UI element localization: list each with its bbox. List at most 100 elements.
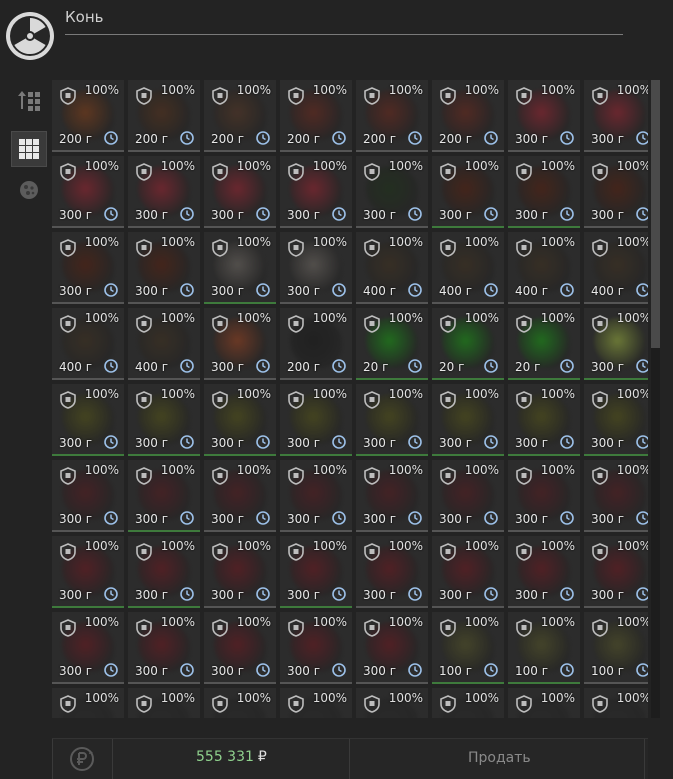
inventory-item[interactable]: 100% 300 г	[432, 156, 504, 228]
item-condition: 100%	[464, 387, 499, 401]
shield-icon	[592, 695, 608, 713]
shield-icon	[516, 695, 532, 713]
item-condition: 100%	[388, 463, 423, 477]
filter-button[interactable]	[11, 172, 47, 208]
inventory-item[interactable]: 100%	[204, 688, 276, 718]
sort-button[interactable]	[11, 82, 47, 118]
inventory-item[interactable]: 100% 300 г	[52, 536, 124, 608]
inventory-item[interactable]: 100%	[508, 688, 580, 718]
ruble-refresh-icon[interactable]	[68, 745, 96, 773]
inventory-item[interactable]: 100% 300 г	[280, 536, 352, 608]
inventory-item[interactable]: 100% 300 г	[508, 536, 580, 608]
inventory-item[interactable]: 100% 400 г	[508, 232, 580, 304]
clock-icon	[104, 435, 118, 449]
inventory-item[interactable]: 100% 300 г	[204, 536, 276, 608]
inventory-item[interactable]: 100% 300 г	[52, 156, 124, 228]
inventory-item[interactable]: 100% 400 г	[584, 232, 648, 304]
shield-icon	[440, 163, 456, 181]
shield-icon	[136, 619, 152, 637]
inventory-item[interactable]: 100% 300 г	[128, 536, 200, 608]
inventory-item[interactable]: 100% 300 г	[508, 384, 580, 456]
inventory-item[interactable]: 100% 300 г	[280, 384, 352, 456]
clock-icon	[256, 283, 270, 297]
inventory-item[interactable]: 100% 300 г	[280, 460, 352, 532]
inventory-item[interactable]: 100% 300 г	[280, 156, 352, 228]
inventory-item[interactable]: 100% 400 г	[432, 232, 504, 304]
inventory-item[interactable]: 100% 300 г	[128, 156, 200, 228]
inventory-item[interactable]: 100% 200 г	[52, 80, 124, 152]
item-condition: 100%	[312, 159, 347, 173]
inventory-item[interactable]: 100% 200 г	[356, 80, 428, 152]
inventory-item[interactable]: 100% 200 г	[204, 80, 276, 152]
inventory-item[interactable]: 100% 300 г	[584, 80, 648, 152]
scrollbar-thumb[interactable]	[651, 80, 660, 348]
shield-icon	[212, 391, 228, 409]
inventory-item[interactable]: 100% 300 г	[204, 156, 276, 228]
inventory-item[interactable]: 100% 300 г	[432, 460, 504, 532]
shield-icon	[212, 619, 228, 637]
inventory-item[interactable]: 100% 100 г	[584, 612, 648, 684]
inventory-item[interactable]: 100% 200 г	[280, 80, 352, 152]
inventory-item[interactable]: 100% 300 г	[356, 612, 428, 684]
inventory-item[interactable]: 100% 20 г	[432, 308, 504, 380]
item-condition: 100%	[540, 235, 575, 249]
clock-icon	[332, 587, 346, 601]
inventory-item[interactable]: 100% 300 г	[128, 612, 200, 684]
inventory-item[interactable]: 100% 300 г	[128, 232, 200, 304]
item-condition: 100%	[388, 539, 423, 553]
shield-icon	[592, 315, 608, 333]
inventory-item[interactable]: 100% 300 г	[280, 612, 352, 684]
inventory-item[interactable]: 100% 300 г	[356, 384, 428, 456]
inventory-item[interactable]: 100% 200 г	[432, 80, 504, 152]
inventory-item[interactable]: 100% 300 г	[508, 460, 580, 532]
inventory-item[interactable]: 100%	[280, 688, 352, 718]
inventory-item[interactable]: 100% 300 г	[584, 384, 648, 456]
inventory-item[interactable]: 100% 300 г	[584, 460, 648, 532]
inventory-item[interactable]: 100% 300 г	[356, 156, 428, 228]
inventory-item[interactable]: 100% 200 г	[280, 308, 352, 380]
sell-button[interactable]: Продать	[468, 750, 531, 766]
inventory-item[interactable]: 100% 300 г	[280, 232, 352, 304]
inventory-item[interactable]: 100% 300 г	[52, 460, 124, 532]
inventory-item[interactable]: 100% 400 г	[128, 308, 200, 380]
inventory-item[interactable]: 100% 300 г	[432, 536, 504, 608]
shield-icon	[516, 467, 532, 485]
inventory-item[interactable]: 100% 20 г	[508, 308, 580, 380]
inventory-item[interactable]: 100% 300 г	[52, 612, 124, 684]
inventory-item[interactable]: 100% 300 г	[584, 536, 648, 608]
inventory-item[interactable]: 100% 300 г	[204, 612, 276, 684]
inventory-item[interactable]: 100% 300 г	[584, 156, 648, 228]
inventory-item[interactable]: 100% 20 г	[356, 308, 428, 380]
inventory-item[interactable]: 100% 100 г	[432, 612, 504, 684]
inventory-item[interactable]: 100% 300 г	[52, 232, 124, 304]
inventory-item[interactable]: 100% 300 г	[204, 460, 276, 532]
inventory-item[interactable]: 100%	[52, 688, 124, 718]
item-condition: 100%	[464, 463, 499, 477]
grid-view-button[interactable]	[11, 131, 47, 167]
clock-icon	[180, 131, 194, 145]
inventory-item[interactable]: 100% 300 г	[356, 460, 428, 532]
inventory-item[interactable]: 100% 300 г	[356, 536, 428, 608]
inventory-item[interactable]: 100%	[128, 688, 200, 718]
inventory-item[interactable]: 100% 300 г	[204, 384, 276, 456]
inventory-item[interactable]: 100% 200 г	[128, 80, 200, 152]
item-condition: 100%	[464, 311, 499, 325]
inventory-item[interactable]: 100% 300 г	[128, 460, 200, 532]
inventory-item[interactable]: 100% 300 г	[508, 156, 580, 228]
inventory-item[interactable]: 100% 300 г	[128, 384, 200, 456]
inventory-item[interactable]: 100%	[432, 688, 504, 718]
inventory-item[interactable]: 100% 400 г	[52, 308, 124, 380]
inventory-item[interactable]: 100% 300 г	[204, 232, 276, 304]
inventory-item[interactable]: 100% 300 г	[432, 384, 504, 456]
inventory-item[interactable]: 100%	[356, 688, 428, 718]
inventory-item[interactable]: 100% 400 г	[356, 232, 428, 304]
inventory-item[interactable]: 100% 300 г	[204, 308, 276, 380]
inventory-item[interactable]: 100%	[584, 688, 648, 718]
inventory-item[interactable]: 100% 100 г	[508, 612, 580, 684]
inventory-item[interactable]: 100% 300 г	[584, 308, 648, 380]
shield-icon	[516, 87, 532, 105]
clock-icon	[180, 663, 194, 677]
inventory-item[interactable]: 100% 300 г	[52, 384, 124, 456]
scrollbar[interactable]	[651, 80, 660, 718]
inventory-item[interactable]: 100% 300 г	[508, 80, 580, 152]
